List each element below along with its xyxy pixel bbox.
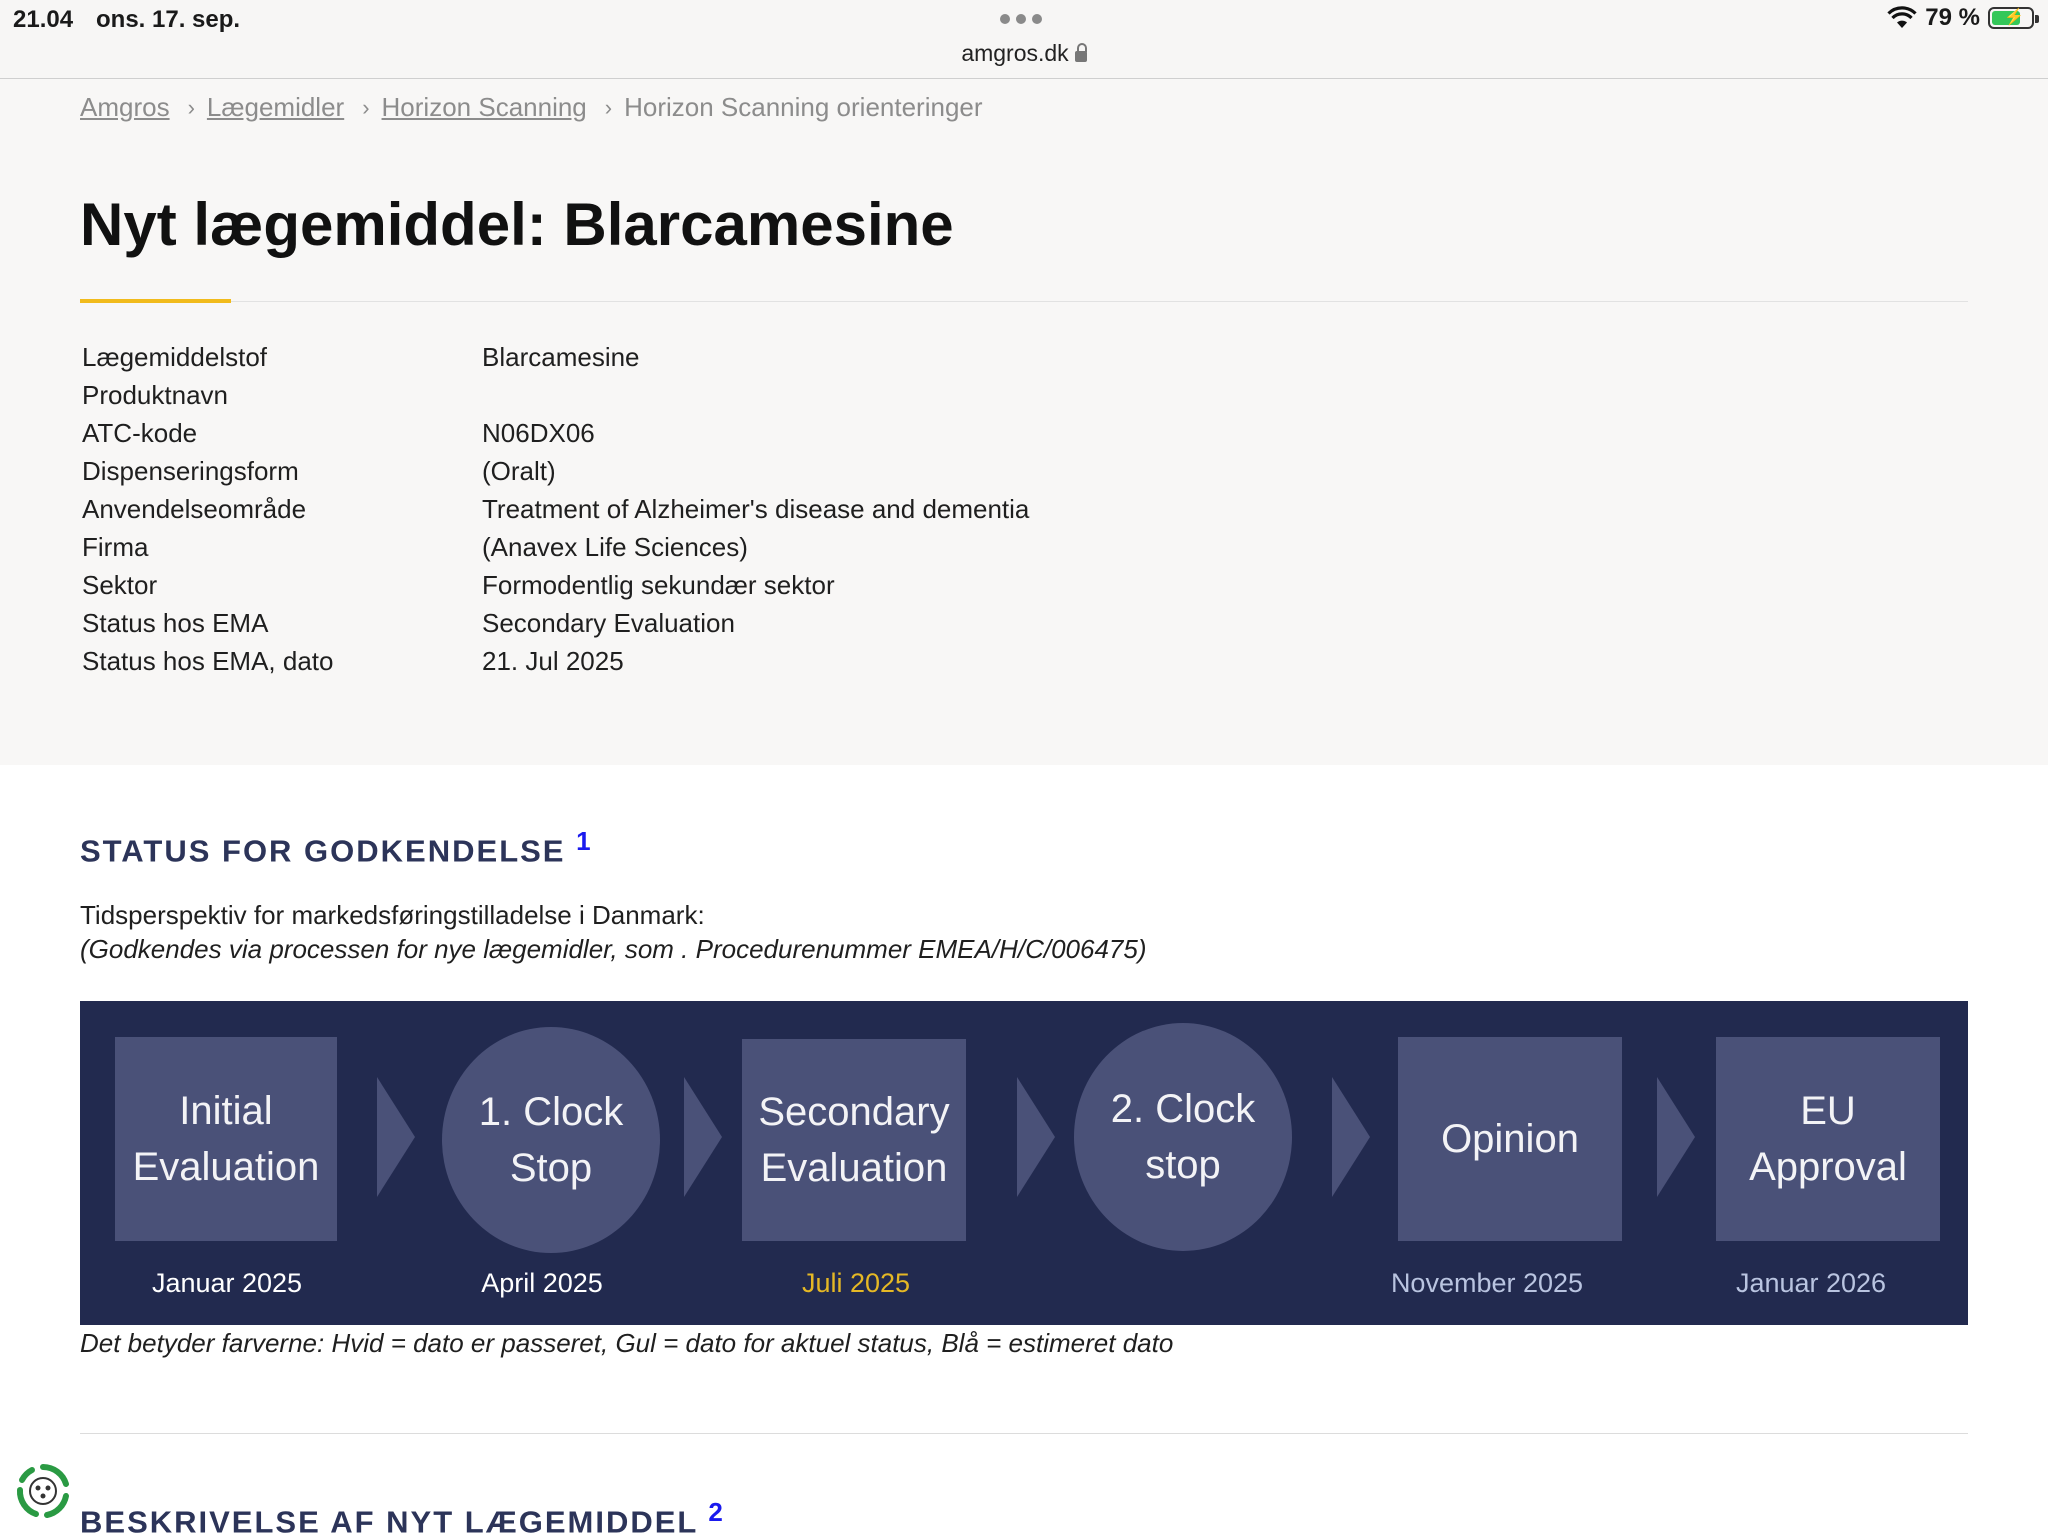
step-label: 1. Clock <box>478 1090 624 1134</box>
wifi-icon <box>1887 6 1917 28</box>
info-key: ATC-kode <box>82 418 198 448</box>
footnote-link-2[interactable]: 2 <box>708 1497 722 1527</box>
arrow-icon <box>684 1077 722 1197</box>
breadcrumb-separator: › <box>362 94 370 120</box>
title-accent-bar <box>80 299 231 303</box>
info-key: Anvendelseområde <box>82 494 307 524</box>
info-row: Dispenseringsform (Oralt) <box>82 456 1282 494</box>
date: ons. 17. sep. <box>96 6 241 33</box>
step-label: Stop <box>509 1146 593 1190</box>
info-value: Formodentlig sekundær sektor <box>482 570 835 600</box>
breadcrumb-laegemidler[interactable]: Lægemidler <box>207 92 344 123</box>
battery-icon: ⚡ <box>1988 7 2039 29</box>
step-date-estimated: November 2025 <box>1390 1268 1584 1298</box>
status-bar: 21.04 ons. 17. sep. amgros.dk 79 % ⚡ <box>0 0 2048 79</box>
info-row: Firma (Anavex Life Sciences) <box>82 532 1282 570</box>
step-date-estimated: Januar 2026 <box>1735 1268 1887 1298</box>
info-value: Secondary Evaluation <box>482 608 735 638</box>
arrow-icon <box>1657 1077 1695 1197</box>
info-row: Lægemiddelstof Blarcamesine <box>82 342 1282 380</box>
step-initial-evaluation: Initial Evaluation <box>115 1037 337 1241</box>
breadcrumb-separator: › <box>604 94 613 120</box>
step-opinion: Opinion <box>1398 1037 1622 1241</box>
title-divider <box>80 301 1968 302</box>
status-heading: STATUS FOR GODKENDELSE 1 <box>80 826 591 869</box>
step-date: Januar 2025 <box>151 1268 303 1298</box>
info-value: (Anavex Life Sciences) <box>482 532 748 562</box>
breadcrumb-horizon-scanning[interactable]: Horizon Scanning <box>382 92 587 123</box>
info-row: Status hos EMA, dato 21. Jul 2025 <box>82 646 1282 684</box>
description-heading: BESKRIVELSE AF NYT LÆGEMIDDEL 2 <box>80 1497 723 1540</box>
info-value: N06DX06 <box>482 418 595 448</box>
status-right: 79 % ⚡ <box>1887 4 2039 32</box>
info-table: Lægemiddelstof Blarcamesine Produktnavn A… <box>82 342 1282 684</box>
info-key: Status hos EMA <box>82 608 269 638</box>
lock-icon <box>1074 43 1087 62</box>
breadcrumb-separator: › <box>187 94 195 120</box>
step-label: Initial <box>179 1089 273 1133</box>
address-bar[interactable]: amgros.dk <box>0 40 2048 67</box>
url-text[interactable]: amgros.dk <box>961 40 1068 66</box>
breadcrumb-amgros[interactable]: Amgros <box>80 92 170 123</box>
step-label: stop <box>1145 1143 1221 1187</box>
info-key: Firma <box>82 532 149 562</box>
procedure-text: (Godkendes via processen for nye lægemid… <box>80 934 1147 964</box>
step-secondary-evaluation: Secondary Evaluation <box>742 1039 966 1241</box>
step-label: Approval <box>1749 1145 1907 1189</box>
timeframe-text: Tidsperspektiv for markedsføringstillade… <box>80 900 705 930</box>
info-key: Dispenseringsform <box>82 456 299 486</box>
info-key: Lægemiddelstof <box>82 342 267 372</box>
color-legend-text: Det betyder farverne: Hvid = dato er pas… <box>80 1328 1174 1358</box>
step-label: Evaluation <box>760 1146 948 1190</box>
info-row: Anvendelseområde Treatment of Alzheimer's… <box>82 494 1282 532</box>
chat-support-icon[interactable] <box>14 1462 72 1520</box>
breadcrumb-current: Horizon Scanning orienteringer <box>624 92 983 122</box>
step-clock-stop-2: 2. Clock stop <box>1074 1023 1292 1251</box>
description-heading-text: BESKRIVELSE AF NYT LÆGEMIDDEL <box>80 1504 698 1540</box>
approval-timeline: Initial Evaluation 1. Clock Stop Secondary… <box>80 1001 1968 1325</box>
step-label: Evaluation <box>132 1145 320 1189</box>
arrow-icon <box>1017 1077 1055 1197</box>
info-value: 21. Jul 2025 <box>482 646 624 676</box>
step-label: Secondary <box>758 1090 950 1134</box>
step-eu-approval: EU Approval <box>1716 1037 1940 1241</box>
info-value: Treatment of Alzheimer's disease and dem… <box>482 494 1030 524</box>
info-key: Sektor <box>82 570 158 600</box>
info-row: ATC-kode N06DX06 <box>82 418 1282 456</box>
step-label: 2. Clock <box>1110 1087 1256 1131</box>
info-key: Status hos EMA, dato <box>82 646 334 676</box>
arrow-icon <box>1332 1077 1370 1197</box>
info-row: Sektor Formodentlig sekundær sektor <box>82 570 1282 608</box>
info-row: Status hos EMA Secondary Evaluation <box>82 608 1282 646</box>
info-value: Blarcamesine <box>482 342 640 372</box>
info-row: Produktnavn <box>82 380 1282 418</box>
status-heading-text: STATUS FOR GODKENDELSE <box>80 833 566 869</box>
arrow-icon <box>377 1077 415 1197</box>
step-label: Opinion <box>1441 1117 1579 1161</box>
page-title: Nyt lægemiddel: Blarcamesine <box>80 191 954 258</box>
footnote-link-1[interactable]: 1 <box>576 826 590 856</box>
clock: 21.04 <box>13 6 74 33</box>
step-label: EU <box>1800 1089 1856 1133</box>
battery-percent: 79 % <box>1925 4 1980 31</box>
step-clock-stop-1: 1. Clock Stop <box>442 1027 660 1253</box>
info-value: (Oralt) <box>482 456 556 486</box>
step-date-current: Juli 2025 <box>801 1268 911 1298</box>
info-key: Produktnavn <box>82 380 228 410</box>
breadcrumb: Amgros › Lægemidler › Horizon Scanning ›… <box>80 92 983 123</box>
multitask-dots-icon[interactable] <box>1000 14 1042 24</box>
section-divider <box>80 1433 1968 1434</box>
step-date: April 2025 <box>481 1268 603 1298</box>
